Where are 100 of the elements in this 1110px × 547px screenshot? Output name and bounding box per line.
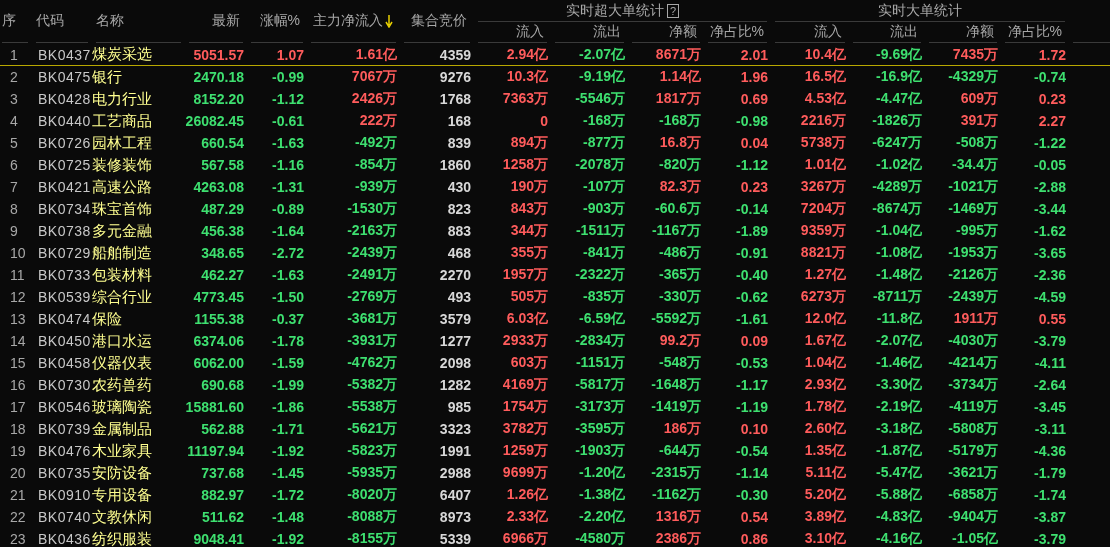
column-header[interactable]: 净额 (632, 22, 700, 43)
table-cell-text: 船舶制造 (92, 243, 153, 263)
column-header[interactable]: 涨幅% (251, 0, 303, 43)
table-cell-text: 9699万 (501, 464, 549, 482)
table-row[interactable]: 6 BK0725装修装饰 567.58 -1.16 -854万 1860 1258万 -2078万 -820万 -1.12 1.01亿 -1.02亿 -34.4万 -0.05 (0, 154, 1110, 176)
column-header[interactable]: 流出 (853, 22, 921, 43)
table-cell-text: 355万 (509, 244, 549, 262)
table-cell-text: 26082.45 (185, 113, 245, 129)
table-cell-text: -3.44 (1033, 201, 1067, 217)
table-cell-text: 19 (9, 443, 27, 459)
table-row[interactable]: 5 BK0726 园林工程 660.54 -1.63 -492万 839 894万 -877万 16.8万 0.04 5738万 -6247万 -508万 -1.22 (0, 132, 1110, 154)
table-row[interactable]: 18 BK0739金属制品 562.88 -1.71 -5621万 3323 3782万 -3595万 186万 0.10 2.60亿 -3.18亿 -5808万 -3.11 (0, 418, 1110, 440)
table-cell-text: 1.67亿 (803, 332, 847, 350)
table-row[interactable]: 12 BK0539综合行业 4773.45 -1.50 -2769万 493 505万 -835万 -330万 -0.62 6273万 -8711万 -2439万 -4.59 (0, 286, 1110, 308)
table-row[interactable]: 23 BK0436纺织服装 9048.41 -1.92 -8155万 5339 6966万 -4580万 2386万 0.86 3.10亿 -4.16亿 -1.05亿 -3.79 (0, 528, 1110, 547)
table-cell-text: -1.17 (735, 377, 769, 393)
table-cell-text: -1.71 (271, 421, 305, 437)
table-cell-text: 99.2万 (658, 332, 702, 350)
table-row[interactable]: 10 BK0729船舶制造 348.65 -2.72 -2439万 468 355万 -841万 -486万 -0.91 8821万 -1.08亿 -1953万 -3.65 (0, 242, 1110, 264)
table-row[interactable]: 20 BK0735安防设备 737.68 -1.45 -5935万 2988 9699万 -1.20亿 -2315万 -1.14 5.11亿 -5.47亿 -3621万 -1.79 (0, 462, 1110, 484)
table-cell-text: 609万 (959, 90, 999, 108)
table-cell-text: -4.16亿 (875, 530, 923, 547)
table-cell-text: 883 (446, 223, 472, 239)
table-row[interactable]: 15 BK0458仪器仪表 6062.00 -1.59 -4762万 2098 603万 -1151万 -548万 -0.53 1.04亿 -1.46亿 -4214万 -4.11 (0, 352, 1110, 374)
table-cell-text: -0.30 (735, 487, 769, 503)
column-header[interactable]: 代码 (36, 0, 88, 43)
table-cell-text: -5382万 (346, 376, 398, 394)
table-cell-text: 1.07 (275, 46, 305, 63)
table-cell-text: 17 (9, 399, 27, 415)
column-header[interactable]: 主力净流入 (311, 0, 396, 43)
table-cell-text: -0.40 (735, 267, 769, 283)
table-cell-text: 9276 (438, 69, 472, 85)
table-cell-text: 603万 (509, 354, 549, 372)
column-header[interactable]: 序 (2, 0, 28, 43)
table-cell-text: -2439万 (947, 288, 999, 306)
table-row[interactable]: 17 BK0546玻璃陶瓷 15881.60 -1.86 -5538万 985 1754万 -3173万 -1419万 -1.19 1.78亿 -2.19亿 -4119万 -3.45 (0, 396, 1110, 418)
table-row[interactable]: 11 BK0733包装材料 462.27 -1.63 -2491万 2270 1957万 -2322万 -365万 -0.40 1.27亿 -1.48亿 -2126万 -2.36 (0, 264, 1110, 286)
table-cell-text: -4762万 (346, 354, 398, 372)
table-cell-text: -1469万 (947, 200, 999, 218)
table-cell-text: -168万 (581, 112, 626, 130)
column-header[interactable]: 净占比% (708, 22, 767, 43)
column-header[interactable]: 净占比% (1005, 22, 1065, 43)
table-cell-text: -2439万 (346, 244, 398, 262)
table-cell-text: -2.19亿 (875, 398, 923, 416)
table-cell-text: -1.16 (271, 157, 305, 173)
table-row[interactable]: 8 BK0734珠宝首饰 487.29 -0.89 -1530万 823 843万 -903万 -60.6万 -0.14 7204万 -8674万 -1469万 -3.44 (0, 198, 1110, 220)
table-cell-text: -0.62 (735, 289, 769, 305)
table-cell-text: -3734万 (947, 376, 999, 394)
column-header[interactable]: 流入 (775, 22, 845, 43)
table-cell-text: -1.59 (271, 355, 305, 371)
table-cell-text: -1.50 (271, 289, 305, 305)
table-cell-text: BK0730 (37, 377, 92, 393)
table-row[interactable]: 2 BK0475银行 2470.18 -0.99 7067万 9276 10.3亿 -9.19亿 1.14亿 1.96 16.5亿 -16.9亿 -4329万 -0.74 (0, 66, 1110, 88)
table-cell-text: BK0735 (37, 465, 92, 481)
table-cell-text: -2.07亿 (578, 45, 626, 64)
table-cell-text: -0.99 (271, 69, 305, 85)
table-cell-text: 12.0亿 (803, 310, 847, 328)
table-cell-text: 2270 (438, 267, 472, 283)
table-cell-text: -2078万 (574, 156, 626, 174)
table-row[interactable]: 22 BK0740文教休闲 511.62 -1.48 -8088万 8973 2.33亿 -2.20亿 1316万 0.54 3.89亿 -4.83亿 -9404万 -3.87 (0, 506, 1110, 528)
table-cell-text: -1.63 (271, 135, 305, 151)
table-cell-text: -1.48亿 (875, 266, 923, 284)
table-cell-text: -1.61 (735, 311, 769, 327)
table-row[interactable]: 21 BK0910专用设备 882.97 -1.72 -8020万 6407 1.26亿 -1.38亿 -1162万 -0.30 5.20亿 -5.88亿 -6858万 -1.74 (0, 484, 1110, 506)
table-row[interactable]: 14 BK0450港口水运 6374.06 -1.78 -3931万 1277 2933万 -2834万 99.2万 0.09 1.67亿 -2.07亿 -4030万 -3.79 (0, 330, 1110, 352)
table-cell-text: -4119万 (947, 398, 999, 416)
table-cell-text: -5823万 (346, 442, 398, 460)
column-header[interactable]: 最新 (189, 0, 243, 43)
table-row[interactable]: 16 BK0730农药兽药 690.68 -1.99 -5382万 1282 4169万 -5817万 -1648万 -1.17 2.93亿 -3.30亿 -3734万 -2.64 (0, 374, 1110, 396)
table-row[interactable]: 13 BK0474保险 1155.38 -0.37 -3681万 3579 6.03亿 -6.59亿 -5592万 -1.61 12.0亿 -11.8亿 1911万 0.55 (0, 308, 1110, 330)
table-cell-text: 0.69 (739, 91, 769, 107)
column-header[interactable]: 名称 (96, 0, 181, 43)
help-icon[interactable]: ? (666, 3, 680, 18)
column-header[interactable]: 流入 (478, 22, 547, 43)
table-row[interactable]: 19 BK0476木业家具 11197.94 -1.92 -5823万 1991 1259万 -1903万 -644万 -0.54 1.35亿 -1.87亿 -5179万 -4.36 (0, 440, 1110, 462)
table-cell-text: -1953万 (947, 244, 999, 262)
column-header[interactable]: 集合竞价 (404, 0, 470, 43)
table-cell-text: -3.45 (1033, 399, 1067, 415)
table-cell-text: -0.61 (271, 113, 305, 129)
column-header[interactable]: 净额 (929, 22, 997, 43)
table-row[interactable]: 7 BK0421高速公路 4263.08 -1.31 -939万 430 190万 -107万 82.3万 0.23 3267万 -4289万 -1021万 -2.88 (0, 176, 1110, 198)
table-cell-text: -0.53 (735, 355, 769, 371)
table-cell-text: 690.68 (200, 377, 245, 393)
table-cell-text: -1.19 (735, 399, 769, 415)
table-row[interactable]: 9 BK0738 多元金融 456.38 -1.64 -2163万 883 344万 -1511万 -1167万 -1.89 9359万 -1.04亿 -995万 -1.62 (0, 220, 1110, 242)
column-header[interactable]: 流出 (555, 22, 624, 43)
table-cell-text: 3782万 (501, 420, 549, 438)
table-cell-text: 5738万 (799, 134, 847, 152)
table-row[interactable]: 3 BK0428 电力行业 8152.20 -1.12 2426万 1768 7363万 -5546万 1817万 0.69 4.53亿 -4.47亿 609万 0.23 (0, 88, 1110, 110)
table-cell-text: -3.11 (1033, 421, 1067, 437)
table-cell-text: BK0421 (37, 179, 92, 195)
table-cell-text: 5339 (438, 531, 472, 547)
table-cell-text: 高速公路 (92, 177, 153, 197)
table-row[interactable]: 4 BK0440工艺商品 26082.45 -0.61 222万 168 0 -168万 -168万 -0.98 2216万 -1826万 391万 2.27 (0, 110, 1110, 132)
table-row[interactable]: 1 BK0437煤炭采选 5051.57 1.07 1.61亿 4359 2.94亿 -2.07亿 8671万 2.01 10.4亿 -9.69亿 7435万 1.72 (0, 44, 1110, 66)
table-cell-text: BK0546 (37, 399, 92, 415)
table-cell-text: -1.86 (271, 399, 305, 415)
table-cell-text: -5546万 (574, 90, 626, 108)
table-cell-text: 1911万 (952, 310, 999, 328)
table-cell-text: -1151万 (574, 354, 626, 372)
